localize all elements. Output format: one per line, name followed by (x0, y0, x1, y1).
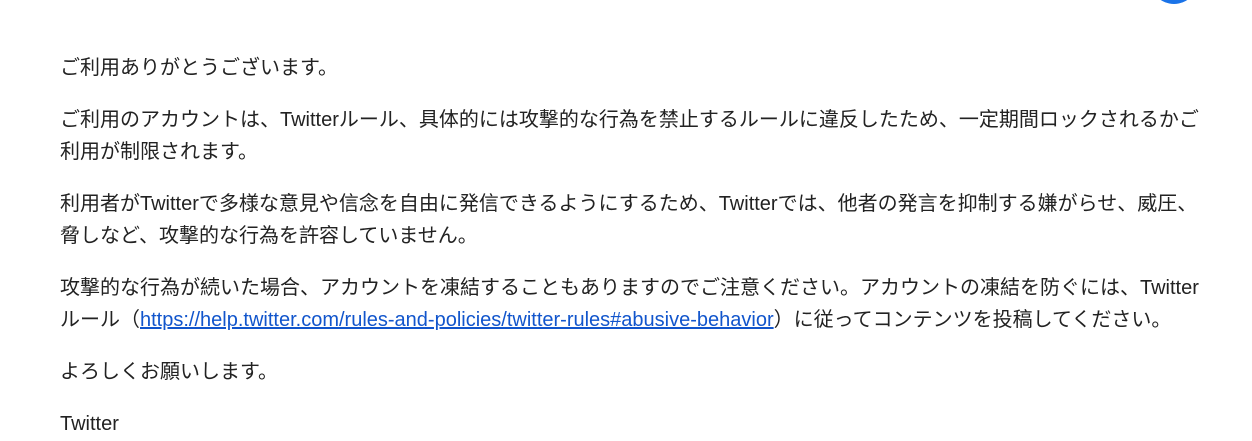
avatar (1150, 0, 1198, 4)
paragraph-line-with-link: ルール（https://help.twitter.com/rules-and-p… (60, 304, 1240, 336)
email-view: ご利用ありがとうございます。 ご利用のアカウントは、Twitterルール、具体的… (0, 0, 1252, 441)
warning-paragraph: 攻撃的な行為が続いた場合、アカウントを凍結することもありますのでご注意ください。… (60, 272, 1240, 336)
paragraph-line: ご利用のアカウントは、Twitterルール、具体的には攻撃的な行為を禁止するルー… (60, 109, 1199, 131)
email-body: ご利用ありがとうございます。 ご利用のアカウントは、Twitterルール、具体的… (60, 52, 1240, 440)
paragraph-line: 利用者がTwitterで多様な意見や信念を自由に発信できるようにするため、Twi… (60, 193, 1198, 215)
twitter-rules-link[interactable]: https://help.twitter.com/rules-and-polic… (140, 309, 774, 331)
paragraph-line: 脅しなど、攻撃的な行為を許容していません。 (60, 225, 478, 247)
greeting-text: ご利用ありがとうございます。 (60, 57, 338, 79)
paragraph-line: 利用が制限されます。 (60, 141, 258, 163)
policy-explanation-paragraph: 利用者がTwitterで多様な意見や信念を自由に発信できるようにするため、Twi… (60, 188, 1240, 252)
link-prefix-text: ルール（ (60, 309, 140, 331)
closing-text: よろしくお願いします。 (60, 361, 278, 383)
greeting-paragraph: ご利用ありがとうございます。 (60, 52, 1240, 84)
closing-paragraph: よろしくお願いします。 (60, 356, 1240, 388)
paragraph-line: 攻撃的な行為が続いた場合、アカウントを凍結することもありますのでご注意ください。… (60, 277, 1199, 299)
signature-paragraph: Twitter (60, 408, 1240, 440)
signature-text: Twitter (60, 413, 119, 435)
link-suffix-text: ）に従ってコンテンツを投稿してください。 (773, 309, 1172, 331)
account-restriction-paragraph: ご利用のアカウントは、Twitterルール、具体的には攻撃的な行為を禁止するルー… (60, 104, 1240, 168)
